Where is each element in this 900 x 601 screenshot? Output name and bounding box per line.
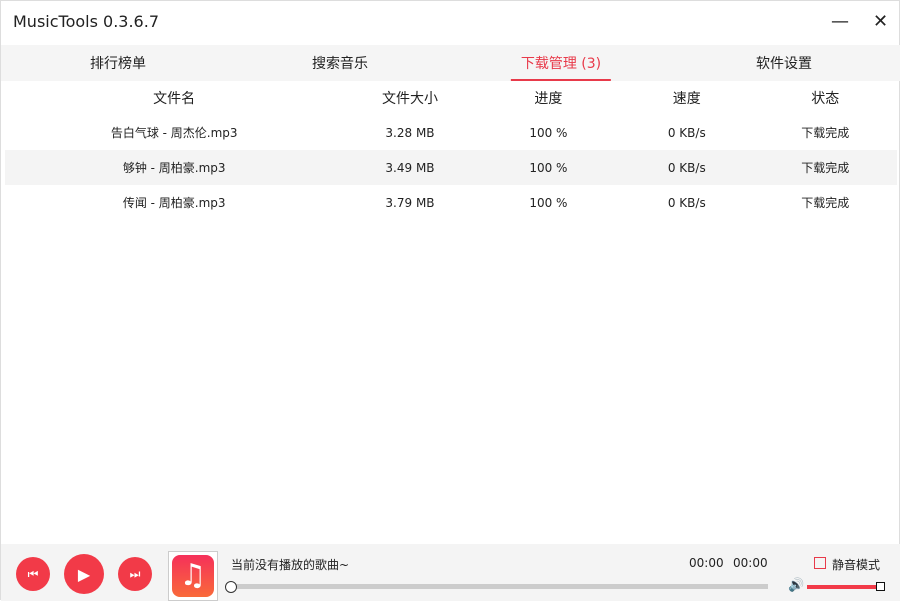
cell-speed: 0 KB/s	[667, 125, 706, 140]
cell-progress: 100 %	[529, 125, 568, 140]
play-icon: ▶	[77, 564, 91, 584]
header-progress: 进度	[534, 91, 563, 107]
cell-filename: 传闻 - 周柏豪.mp3	[122, 196, 226, 210]
download-table: 文件名 文件大小 进度 速度 状态 告白气球 - 周杰伦.mp3 3.28 MB 1…	[5, 81, 897, 220]
next-button[interactable]: ⏭	[118, 557, 152, 591]
mode-checkbox[interactable]	[814, 557, 826, 569]
cell-status: 下载完成	[801, 126, 850, 140]
cell-status: 下载完成	[753, 150, 897, 185]
progress-slider[interactable]	[230, 584, 768, 589]
minimize-icon[interactable]: —	[831, 11, 849, 32]
volume-slider[interactable]	[807, 585, 879, 589]
close-icon[interactable]: ✕	[873, 11, 888, 32]
cell-size: 3.28 MB	[385, 125, 435, 140]
tab-bar: 排行榜单 搜索音乐 下载管理 (3) 软件设置	[1, 45, 900, 81]
progress-handle[interactable]	[225, 581, 237, 593]
tab-downloads[interactable]: 下载管理 (3)	[510, 53, 612, 81]
cell-size: 3.79 MB	[385, 195, 435, 210]
tab-search[interactable]: 搜索音乐	[312, 53, 368, 73]
cell-speed: 0 KB/s	[620, 150, 754, 185]
header-size: 文件大小	[381, 91, 438, 107]
album-cover: ♫	[168, 551, 218, 601]
mode-label: 静音模式	[832, 558, 881, 572]
app-title: MusicTools 0.3.6.7	[13, 11, 159, 31]
previous-button[interactable]: ⏮	[16, 557, 50, 591]
table-row[interactable]: 告白气球 - 周杰伦.mp3 3.28 MB 100 % 0 KB/s 下载完成	[5, 115, 897, 150]
now-playing-text: 当前没有播放的歌曲~	[231, 558, 350, 572]
cell-filename: 告白气球 - 周杰伦.mp3	[110, 126, 238, 140]
cell-progress: 100 %	[476, 150, 621, 185]
player-bar: ⏮ ▶ ⏭ ♫ 当前没有播放的歌曲~ 00:00 00:00 静音模式 🔊	[1, 544, 900, 601]
cell-progress: 100 %	[529, 195, 568, 210]
header-speed: 速度	[672, 91, 701, 107]
tab-settings[interactable]: 软件设置	[756, 53, 812, 73]
play-button[interactable]: ▶	[64, 554, 104, 594]
tab-charts[interactable]: 排行榜单	[90, 53, 146, 73]
total-time: 00:00	[733, 556, 768, 570]
skip-next-icon: ⏭	[129, 566, 141, 581]
table-header: 文件名 文件大小 进度 速度 状态	[5, 81, 897, 115]
music-note-icon: ♫	[172, 555, 214, 597]
volume-icon[interactable]: 🔊	[788, 578, 804, 593]
title-bar: MusicTools 0.3.6.7	[1, 1, 899, 41]
skip-previous-icon: ⏮	[27, 566, 39, 581]
header-filename: 文件名	[153, 91, 196, 107]
cell-status: 下载完成	[801, 196, 850, 210]
cell-speed: 0 KB/s	[667, 195, 706, 210]
volume-handle[interactable]	[876, 582, 885, 591]
header-status: 状态	[811, 91, 840, 107]
cell-filename: 够钟 - 周柏豪.mp3	[5, 150, 344, 185]
table-row[interactable]: 传闻 - 周柏豪.mp3 3.79 MB 100 % 0 KB/s 下载完成	[5, 185, 897, 220]
current-time: 00:00	[689, 556, 724, 570]
table-row[interactable]: 够钟 - 周柏豪.mp3 3.49 MB 100 % 0 KB/s 下载完成	[5, 150, 897, 185]
cell-size: 3.49 MB	[343, 150, 477, 185]
